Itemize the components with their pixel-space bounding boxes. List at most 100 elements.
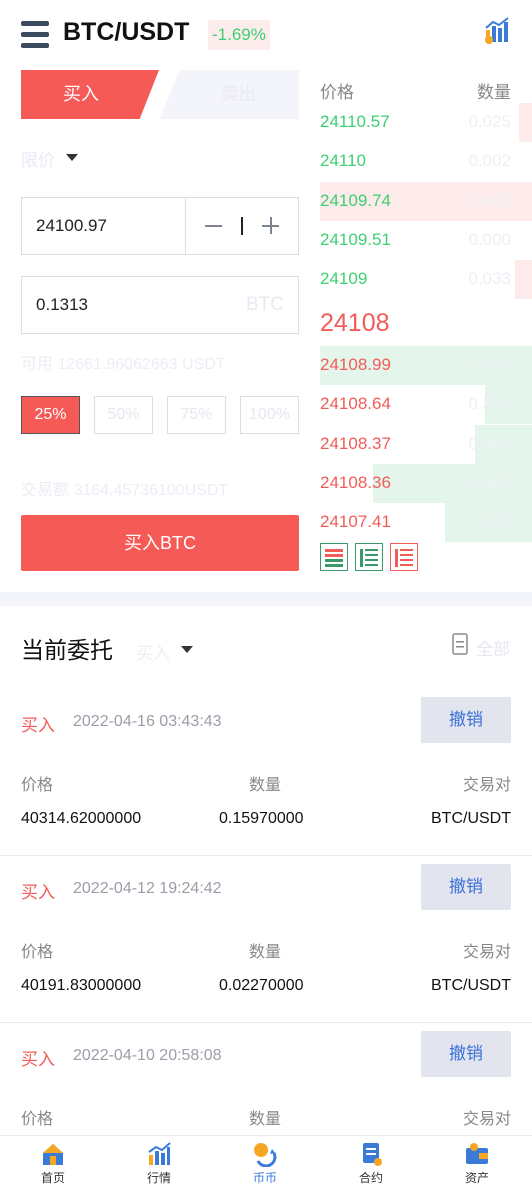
orderbook-price-header: 价格 (320, 83, 354, 102)
orderbook-qty-header: 数量 (477, 83, 511, 102)
col-qty-label: 数量 (249, 777, 282, 794)
buy-btc-button[interactable]: 买入BTC (21, 515, 299, 571)
last-price: 24108 (320, 309, 390, 337)
bid-qty: 0.350 (468, 394, 511, 414)
order-type-select[interactable]: 限价 (21, 146, 55, 171)
ask-price: 24109.51 (320, 229, 391, 249)
text-cursor (241, 217, 243, 235)
bid-row[interactable]: 24108.36 0.600 (320, 463, 532, 503)
bid-qty: 1.000 (468, 512, 511, 532)
contract-icon (358, 1141, 384, 1167)
order-price: 40191.83000000 (21, 977, 142, 994)
current-orders-title: 当前委托 (21, 637, 113, 663)
pair-title[interactable]: BTC/USDT (63, 18, 189, 47)
order-side: 买入 (21, 883, 55, 902)
percent-100-button[interactable]: 100% (240, 396, 299, 434)
order-qty: 0.02270000 (219, 977, 304, 994)
document-icon (452, 633, 468, 655)
col-qty-label: 数量 (249, 944, 282, 961)
ask-row[interactable]: 24110.57 0.025 (320, 103, 532, 142)
bid-row[interactable]: 24108.37 0.300 (320, 424, 532, 464)
nav-label: 资产 (464, 1171, 489, 1185)
price-change-badge: -1.69% (208, 20, 270, 50)
price-input-box[interactable]: 24100.97 (21, 197, 299, 255)
order-price: 40314.62000000 (21, 810, 142, 827)
order-pair: BTC/USDT (431, 810, 511, 827)
order-time: 2022-04-16 03:43:43 (73, 713, 222, 730)
ask-row[interactable]: 24109.51 0.000 (320, 221, 532, 260)
market-chart-icon (146, 1141, 172, 1167)
ask-qty: 0.033 (468, 269, 511, 289)
ask-price: 24110.57 (320, 112, 390, 131)
col-qty-label: 数量 (249, 1111, 282, 1128)
all-orders-link[interactable]: 全部 (452, 633, 511, 659)
price-divider (185, 198, 186, 254)
order-side: 买入 (21, 716, 55, 735)
bid-price: 24108.36 (320, 472, 391, 492)
order-card: 买入 2022-04-12 19:24:42 撤销 价格 数量 交易对 4019… (0, 856, 532, 1023)
chevron-down-icon[interactable] (181, 646, 193, 653)
depth-asks-icon[interactable] (390, 543, 418, 571)
kline-chart-icon[interactable] (483, 16, 511, 44)
ask-price: 24109 (320, 269, 368, 289)
depth-both-icon[interactable] (320, 543, 348, 571)
nav-item-contract[interactable]: 合约 (318, 1136, 424, 1185)
ask-qty: 0.000 (468, 229, 511, 249)
minus-icon[interactable] (205, 225, 222, 227)
bid-qty: 0.600 (468, 472, 511, 492)
ask-price: 24109.74 (320, 190, 391, 210)
tab-buy[interactable]: 买入 (21, 70, 159, 119)
amount-input[interactable]: 0.1313 (36, 295, 88, 315)
bid-price: 24108.64 (320, 394, 391, 414)
plus-icon[interactable] (262, 217, 279, 234)
cancel-order-button[interactable]: 撤销 (421, 1031, 511, 1077)
section-divider (0, 592, 532, 606)
top-header: BTC/USDT -1.69% (0, 0, 532, 70)
home-icon (40, 1141, 66, 1167)
bid-qty: 0.634 (468, 355, 511, 374)
order-time: 2022-04-10 20:58:08 (73, 1047, 222, 1064)
orders-filter-select[interactable]: 买入 (136, 639, 170, 664)
ask-depth-bar (519, 103, 532, 142)
percent-75-button[interactable]: 75% (167, 396, 226, 434)
order-side: 买入 (21, 1050, 55, 1069)
depth-bids-icon[interactable] (355, 543, 383, 571)
col-pair-label: 交易对 (462, 1111, 511, 1128)
hamburger-menu-icon[interactable] (21, 21, 49, 49)
trade-amount: 交易额 3164.45736100USDT (21, 482, 229, 499)
cancel-order-button[interactable]: 撤销 (421, 697, 511, 743)
bid-qty: 0.300 (468, 433, 511, 453)
ask-row[interactable]: 24110 0.002 (320, 142, 532, 181)
nav-item-exchange[interactable]: 币币 (212, 1136, 318, 1185)
col-pair-label: 交易对 (462, 777, 511, 794)
bottom-nav: 首页 行情 币币 合约 资产 (0, 1135, 532, 1185)
bid-price: 24108.37 (320, 433, 391, 453)
chevron-down-icon[interactable] (66, 154, 78, 161)
order-card: 买入 2022-04-16 03:43:43 撤销 价格 数量 交易对 4031… (0, 689, 532, 856)
col-pair-label: 交易对 (462, 944, 511, 961)
tab-sell[interactable]: 卖出 (160, 70, 299, 119)
nav-item-home[interactable]: 首页 (0, 1136, 106, 1185)
available-balance: 可用 12661.96062663 USDT (21, 356, 226, 373)
ask-qty: 0.002 (468, 151, 511, 171)
bid-row[interactable]: 24108.64 0.350 (320, 385, 532, 425)
wallet-icon (464, 1141, 490, 1167)
bid-row[interactable]: 24108.99 0.634 (320, 346, 532, 385)
percent-50-button[interactable]: 50% (94, 396, 153, 434)
nav-label: 行情 (146, 1171, 171, 1185)
amount-unit: BTC (246, 294, 284, 315)
nav-item-assets[interactable]: 资产 (424, 1136, 530, 1185)
col-price-label: 价格 (21, 1111, 54, 1128)
percent-25-button[interactable]: 25% (21, 396, 80, 434)
price-input[interactable]: 24100.97 (36, 216, 107, 236)
nav-label: 首页 (40, 1171, 65, 1185)
ask-row[interactable]: 24109 0.033 (320, 260, 532, 300)
all-orders-label: 全部 (476, 640, 510, 659)
order-pair: BTC/USDT (431, 977, 511, 994)
amount-input-box[interactable]: 0.1313 BTC (21, 276, 299, 334)
order-qty: 0.15970000 (219, 810, 304, 827)
cancel-order-button[interactable]: 撤销 (421, 864, 511, 910)
ask-row[interactable]: 24109.74 0.400 (320, 181, 532, 221)
bid-row[interactable]: 24107.41 1.000 (320, 503, 532, 543)
nav-item-market[interactable]: 行情 (106, 1136, 212, 1185)
